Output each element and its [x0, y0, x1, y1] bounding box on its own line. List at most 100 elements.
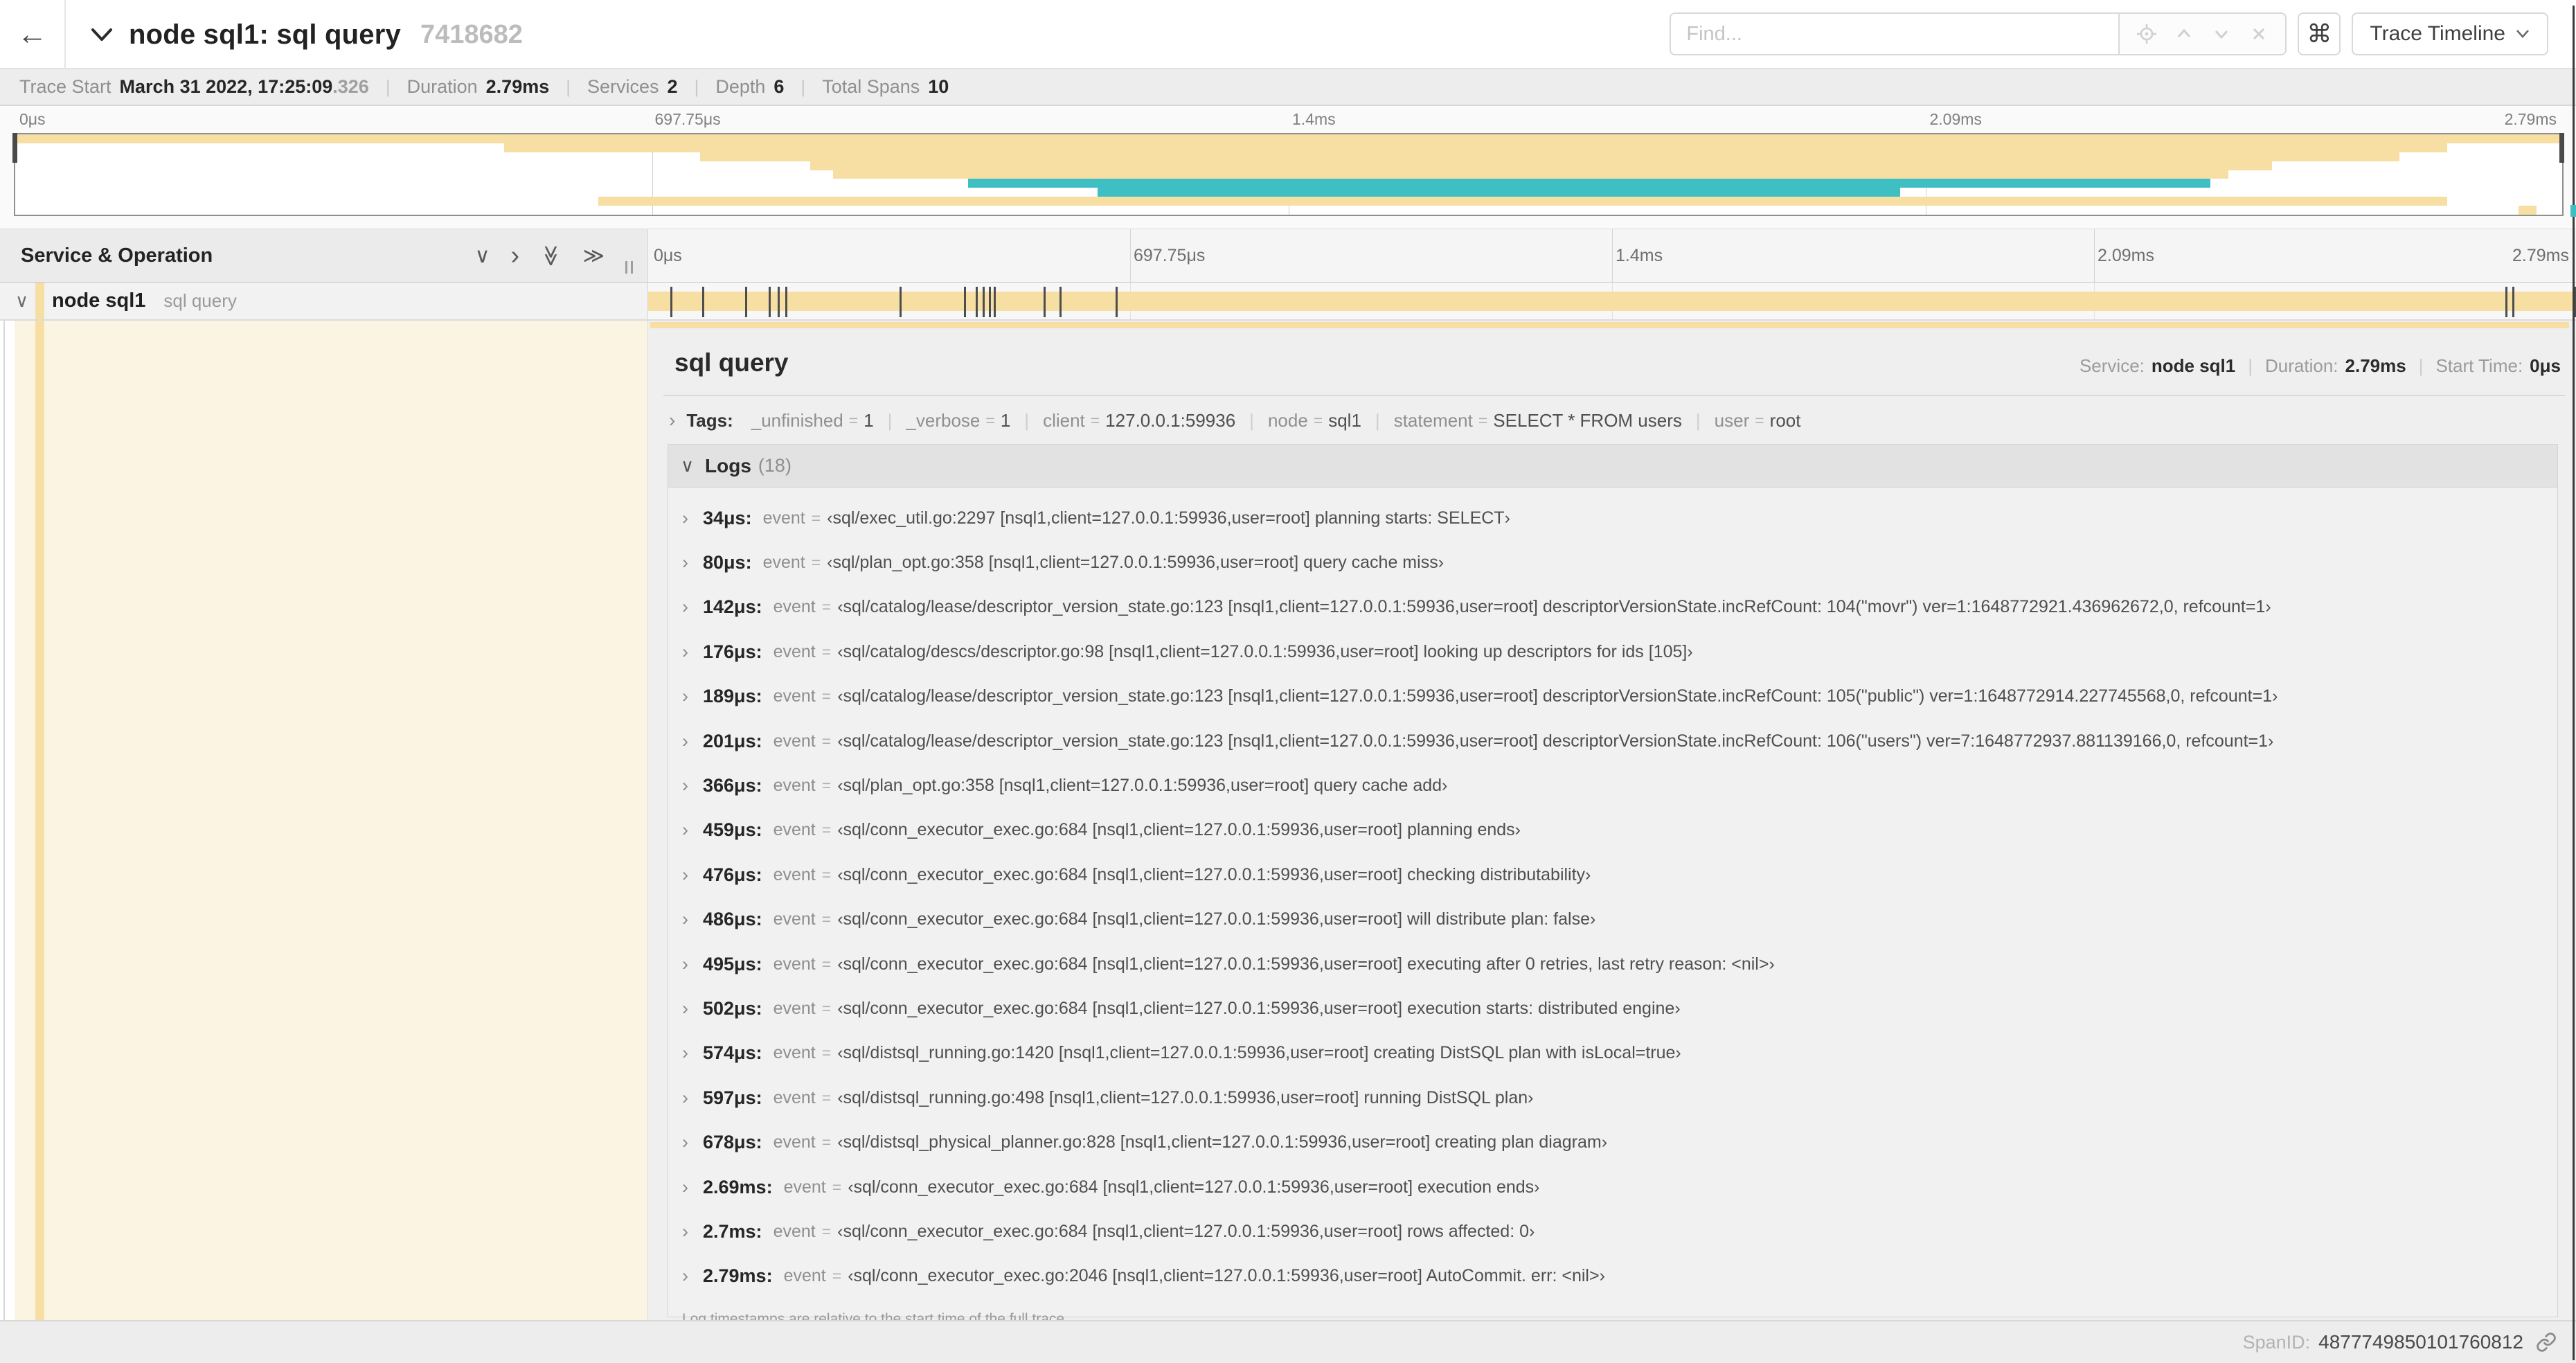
logs-accordion-header[interactable]: ∨ Logs (18) — [668, 445, 2557, 488]
log-chevron-right-icon[interactable]: › — [682, 731, 703, 752]
log-chevron-right-icon[interactable]: › — [682, 998, 703, 1019]
logs-title: Logs — [705, 454, 751, 476]
next-match-chevron-down-icon[interactable] — [2210, 23, 2233, 45]
log-timestamp: 678μs: — [703, 1132, 762, 1153]
total-spans-label: Total Spans — [822, 76, 920, 97]
log-row[interactable]: › 574μs: event = ‹sql/distsql_running.go… — [668, 1031, 2557, 1076]
minimap-right-scrubber[interactable] — [2559, 133, 2564, 163]
log-chevron-right-icon[interactable]: › — [682, 954, 703, 975]
tags-accordion[interactable]: › Tags: _unfinished = 1 | _verbose = 1 | client =… — [669, 409, 1800, 431]
minimap-span-bar — [967, 179, 2211, 188]
minimap-left-scrubber[interactable] — [12, 133, 17, 163]
log-chevron-right-icon[interactable]: › — [682, 1221, 703, 1242]
tag[interactable]: user = root — [1715, 410, 1801, 431]
trace-stats-bar: Trace Start March 31 2022, 17:25:09 .326… — [0, 69, 2576, 106]
span-row-name-column[interactable]: ∨ node sql1 sql query — [0, 283, 647, 319]
find-box[interactable] — [1670, 12, 2119, 55]
logs-chevron-down-icon[interactable]: ∨ — [681, 455, 694, 476]
logs-count: (18) — [758, 455, 791, 476]
log-chevron-right-icon[interactable]: › — [682, 686, 703, 707]
log-chevron-right-icon[interactable]: › — [682, 909, 703, 930]
time-tick-label: 0μs — [19, 110, 46, 128]
find-input[interactable] — [1686, 22, 2102, 46]
log-timestamp: 189μs: — [703, 686, 762, 707]
tag-key: _verbose — [906, 409, 981, 431]
tag[interactable]: node = sql1 — [1268, 410, 1361, 431]
log-row[interactable]: › 502μs: event = ‹sql/conn_executor_exec… — [668, 986, 2557, 1031]
span-row-timeline[interactable] — [647, 283, 2576, 319]
minimap-span-bar — [598, 197, 2448, 206]
log-chevron-right-icon[interactable]: › — [682, 1087, 703, 1109]
prev-match-chevron-up-icon[interactable] — [2173, 23, 2195, 45]
span-id-footer: SpanID: 4877749850101760812 — [0, 1320, 2576, 1363]
trace-start-value: March 31 2022, 17:25:09 — [119, 76, 333, 97]
log-row[interactable]: › 176μs: event = ‹sql/catalog/descs/desc… — [668, 630, 2557, 674]
span-row[interactable]: ∨ node sql1 sql query — [0, 283, 2576, 321]
log-row[interactable]: › 201μs: event = ‹sql/catalog/lease/desc… — [668, 719, 2557, 763]
trace-title: node sql1: sql query — [129, 19, 401, 50]
locate-icon[interactable] — [2136, 23, 2158, 45]
log-row[interactable]: › 495μs: event = ‹sql/conn_executor_exec… — [668, 942, 2557, 986]
collapse-one-chevron-down-icon[interactable]: ∨ — [475, 244, 490, 268]
divider-line — [663, 395, 2565, 396]
time-tick-label: 0μs — [654, 246, 682, 265]
log-row[interactable]: › 366μs: event = ‹sql/plan_opt.go:358 [n… — [668, 763, 2557, 808]
log-chevron-right-icon[interactable]: › — [682, 508, 703, 529]
expand-one-chevron-right-icon[interactable]: › — [511, 241, 520, 271]
time-tick-label: 2.09ms — [1929, 110, 1982, 128]
back-arrow-icon[interactable]: ← — [17, 17, 48, 52]
span-children-chevron-down-icon[interactable]: ∨ — [15, 290, 28, 312]
log-chevron-right-icon[interactable]: › — [682, 1177, 703, 1198]
deep-link-icon[interactable] — [2536, 1332, 2557, 1353]
tag-key: client — [1043, 409, 1085, 431]
log-chevron-right-icon[interactable]: › — [682, 864, 703, 886]
collapse-trace-chevron-icon[interactable] — [90, 26, 114, 44]
log-row[interactable]: › 34μs: event = ‹sql/exec_util.go:2297 [… — [668, 496, 2557, 540]
log-chevron-right-icon[interactable]: › — [682, 641, 703, 663]
log-chevron-right-icon[interactable]: › — [682, 775, 703, 796]
log-chevron-right-icon[interactable]: › — [682, 819, 703, 841]
tag[interactable]: client = 127.0.0.1:59936 — [1043, 410, 1235, 431]
logs-section: ∨ Logs (18) › 34μs: event = ‹sql/exec_ut… — [668, 444, 2558, 1327]
log-chevron-right-icon[interactable]: › — [682, 1042, 703, 1064]
collapse-all-double-chevron-down-icon[interactable]: ≫ — [539, 244, 563, 266]
log-field-value: ‹sql/distsql_running.go:498 [nsql1,clien… — [837, 1087, 1534, 1107]
log-row[interactable]: › 597μs: event = ‹sql/distsql_running.go… — [668, 1076, 2557, 1120]
log-row[interactable]: › 142μs: event = ‹sql/catalog/lease/desc… — [668, 585, 2557, 630]
tag[interactable]: _unfinished = 1 — [751, 410, 874, 431]
log-row[interactable]: › 2.69ms: event = ‹sql/conn_executor_exe… — [668, 1165, 2557, 1209]
tag[interactable]: _verbose = 1 — [906, 410, 1010, 431]
column-resizer-grip[interactable] — [625, 261, 633, 274]
log-row[interactable]: › 486μs: event = ‹sql/conn_executor_exec… — [668, 898, 2557, 942]
minimap-span-row — [15, 134, 2562, 143]
command-icon: ⌘ — [2307, 19, 2332, 48]
log-chevron-right-icon[interactable]: › — [682, 1265, 703, 1287]
trace-view-selector[interactable]: Trace Timeline — [2352, 12, 2548, 55]
minimap-canvas[interactable] — [14, 133, 2564, 216]
tags-chevron-right-icon[interactable]: › — [669, 409, 675, 431]
log-field-value: ‹sql/conn_executor_exec.go:2046 [nsql1,c… — [848, 1266, 1605, 1286]
equals-sign: = — [811, 553, 821, 572]
clear-find-x-icon[interactable] — [2248, 23, 2270, 45]
log-marker-tick — [1059, 287, 1062, 317]
log-row[interactable]: › 80μs: event = ‹sql/plan_opt.go:358 [ns… — [668, 540, 2557, 585]
log-row[interactable]: › 2.7ms: event = ‹sql/conn_executor_exec… — [668, 1209, 2557, 1254]
log-row[interactable]: › 2.79ms: event = ‹sql/conn_executor_exe… — [668, 1254, 2557, 1299]
log-timestamp: 597μs: — [703, 1087, 762, 1108]
log-row[interactable]: › 476μs: event = ‹sql/conn_executor_exec… — [668, 853, 2557, 897]
log-chevron-right-icon[interactable]: › — [682, 1132, 703, 1153]
log-field-key: event — [773, 731, 816, 751]
log-marker-tick — [900, 287, 902, 317]
keyboard-shortcuts-button[interactable]: ⌘ — [2298, 12, 2341, 55]
back-button[interactable]: ← — [0, 0, 66, 69]
log-row[interactable]: › 678μs: event = ‹sql/distsql_physical_p… — [668, 1120, 2557, 1164]
log-chevron-right-icon[interactable]: › — [682, 552, 703, 573]
tag[interactable]: statement = SELECT * FROM users — [1394, 410, 1682, 431]
log-field-key: event — [773, 686, 816, 706]
expand-all-double-chevron-right-icon[interactable]: ≫ — [583, 244, 605, 268]
log-row[interactable]: › 459μs: event = ‹sql/conn_executor_exec… — [668, 808, 2557, 853]
log-chevron-right-icon[interactable]: › — [682, 596, 703, 618]
log-marker-tick — [768, 287, 771, 317]
time-tick-label: 2.79ms — [2512, 246, 2569, 265]
log-row[interactable]: › 189μs: event = ‹sql/catalog/lease/desc… — [668, 675, 2557, 719]
